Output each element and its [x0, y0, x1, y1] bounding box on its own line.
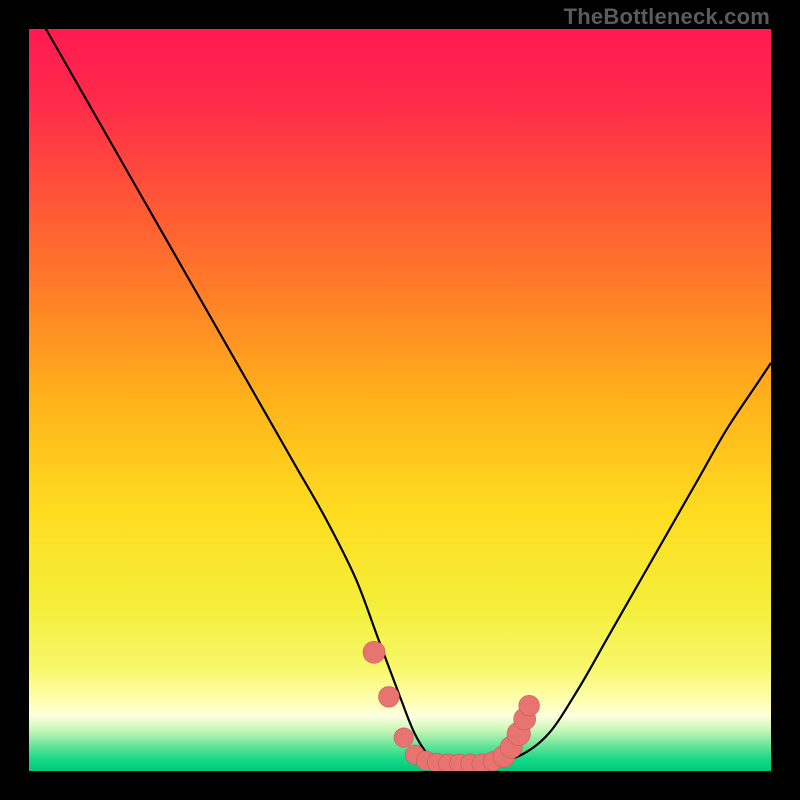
curve-path — [29, 29, 771, 764]
curve-marker — [394, 728, 413, 747]
plot-area — [29, 29, 771, 771]
chart-frame: TheBottleneck.com — [0, 0, 800, 800]
curve-marker — [379, 686, 400, 707]
curve-markers — [363, 641, 539, 771]
watermark-text: TheBottleneck.com — [564, 4, 770, 30]
curve-marker — [363, 641, 385, 663]
curve-marker — [519, 695, 540, 716]
bottleneck-curve — [29, 29, 771, 771]
